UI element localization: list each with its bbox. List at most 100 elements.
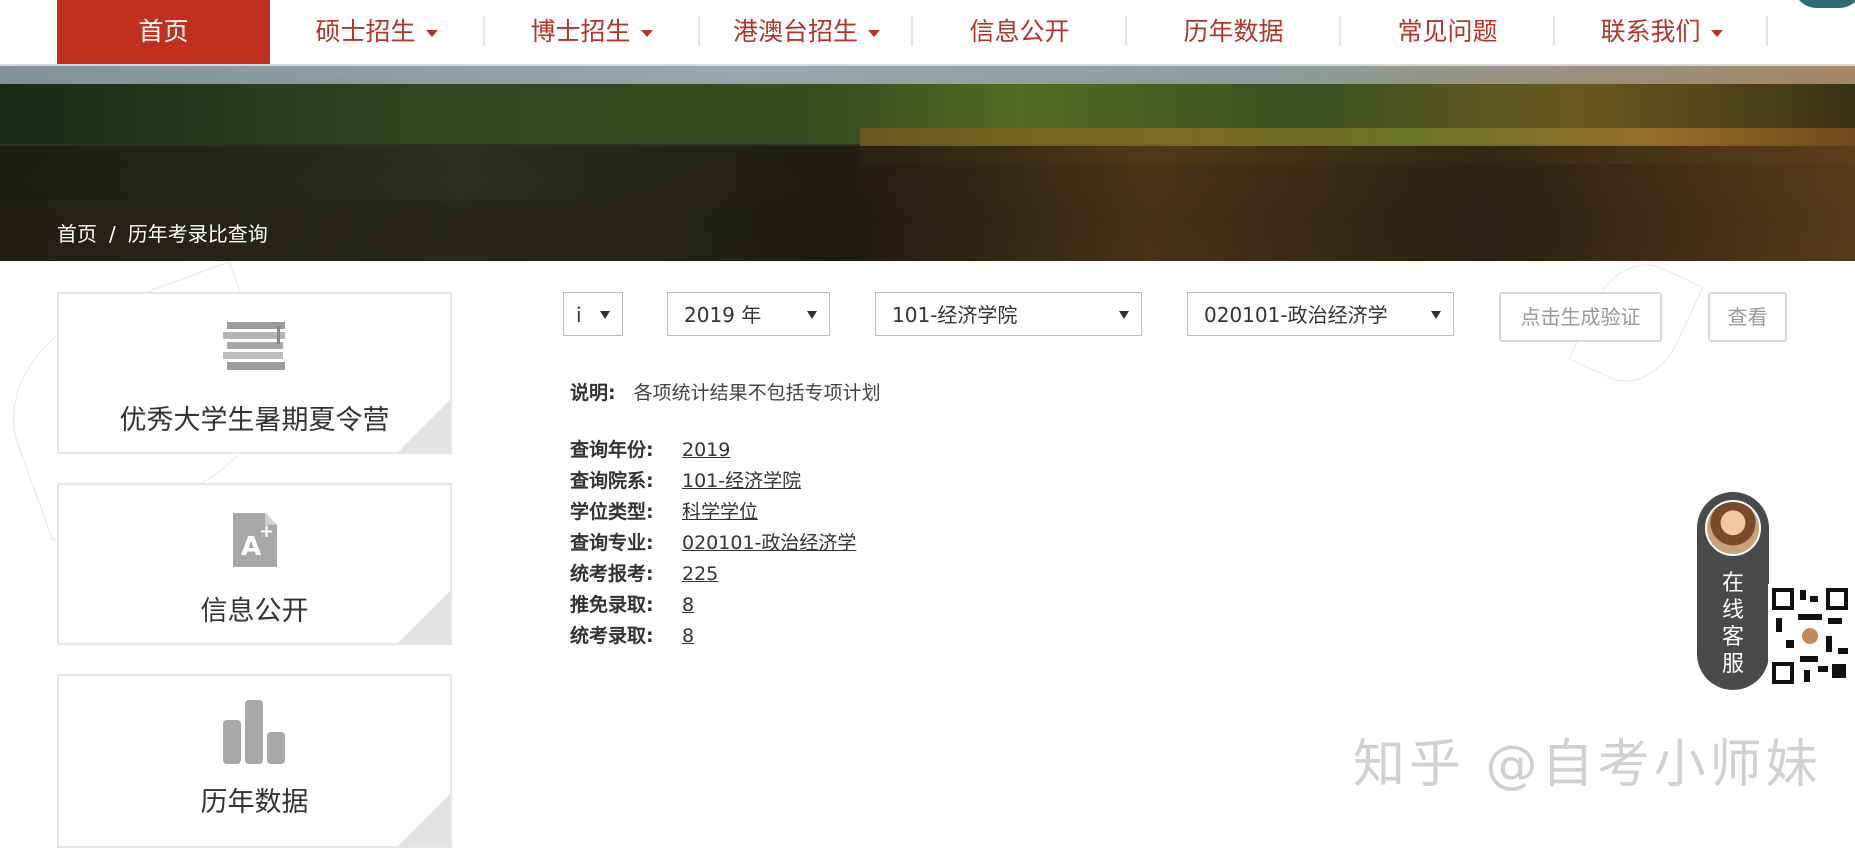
card-corner [398, 591, 450, 643]
qr-module [1800, 656, 1818, 662]
result-value: 8 [682, 594, 695, 616]
result-key: 学位类型: [570, 501, 654, 523]
result-value: 科学学位 [682, 501, 759, 523]
qr-logo [1802, 628, 1818, 644]
nav-item-hmt[interactable]: 港澳台招生 [700, 0, 913, 64]
breadcrumb-separator: / [109, 222, 116, 246]
nav-item-label: 联系我们 [1600, 17, 1701, 46]
select-value: 101-经济学院 [892, 303, 1018, 327]
result-row-department: 查询院系: 101-经济学院 [570, 468, 807, 494]
result-value: 225 [682, 563, 719, 585]
sidebar-card-info[interactable]: A + 信息公开 [57, 483, 452, 645]
caret-down-icon [868, 29, 880, 37]
result-row-year: 查询年份: 2019 [570, 437, 736, 463]
bar-chart-icon [221, 696, 289, 764]
select-value: 020101-政治经济学 [1204, 303, 1388, 327]
breadcrumb-current: 历年考录比查询 [127, 222, 268, 246]
qr-module [1804, 670, 1810, 682]
online-service-button[interactable]: 在线客服 [1697, 492, 1769, 690]
service-label: 在线客服 [1721, 571, 1744, 677]
qr-module [1838, 648, 1848, 654]
qr-code [1768, 584, 1852, 688]
nav-item-info[interactable]: 信息公开 [913, 0, 1126, 64]
result-value: 8 [682, 625, 695, 647]
result-row-exam-admitted: 统考录取: 8 [570, 623, 700, 649]
nav-item-contact[interactable]: 联系我们 [1555, 0, 1768, 64]
dropdown-arrow-icon [1431, 311, 1441, 319]
card-corner [398, 400, 450, 452]
statistics-note: 说明: 各项统计结果不包括专项计划 [570, 378, 881, 405]
breadcrumb: 首页 / 历年考录比查询 [57, 218, 268, 247]
card-corner [398, 794, 450, 846]
nav-item-masters[interactable]: 硕士招生 [270, 0, 483, 64]
qr-module [1826, 636, 1832, 652]
qr-module [1810, 596, 1818, 602]
nav-item-label: 信息公开 [969, 17, 1070, 46]
nav-item-label: 历年数据 [1183, 17, 1284, 46]
nav-item-faq[interactable]: 常见问题 [1341, 0, 1554, 64]
qr-module [1776, 618, 1782, 632]
result-row-major: 查询专业: 020101-政治经济学 [570, 530, 862, 556]
qr-module [1786, 640, 1794, 648]
query-button[interactable]: 查看 [1708, 292, 1787, 342]
year-select[interactable]: 2019 年 [667, 292, 830, 336]
captcha-label: 点击生成验证 [1520, 305, 1641, 329]
qr-module [1798, 614, 1822, 620]
caret-down-icon [1710, 29, 1723, 37]
caret-down-icon [425, 29, 438, 37]
nav-item-label: 常见问题 [1397, 17, 1498, 46]
service-avatar [1705, 500, 1761, 556]
result-value: 020101-政治经济学 [682, 532, 857, 554]
qr-module [1832, 664, 1846, 678]
qr-module [1828, 618, 1842, 624]
hero-banner: 首页 / 历年考录比查询 [0, 66, 1855, 261]
qr-module [1800, 590, 1806, 600]
department-select[interactable]: 101-经济学院 [875, 292, 1142, 336]
select-value: i [576, 303, 582, 327]
document-aplus-icon: A + [231, 511, 279, 569]
breadcrumb-home[interactable]: 首页 [57, 222, 97, 246]
dropdown-arrow-icon [1119, 311, 1129, 319]
nav-divider [1766, 16, 1768, 46]
result-row-exempt-admitted: 推免录取: 8 [570, 592, 700, 618]
svg-text:+: + [259, 521, 274, 542]
result-key: 统考报考: [570, 563, 654, 585]
top-navigation: 首页 硕士招生 博士招生 港澳台招生 信息公开 历年数据 常见问题 联系我们 [0, 0, 1855, 66]
result-key: 查询专业: [570, 532, 654, 554]
card-label: 历年数据 [200, 787, 309, 818]
captcha-button[interactable]: 点击生成验证 [1499, 292, 1662, 342]
sidebar-card-history[interactable]: 历年数据 [57, 674, 452, 848]
result-key: 推免录取: [570, 594, 654, 616]
result-key: 查询院系: [570, 470, 654, 492]
dropdown-arrow-icon [600, 311, 610, 319]
nav-item-label: 首页 [138, 17, 189, 46]
nav-item-doctoral[interactable]: 博士招生 [485, 0, 698, 64]
watermark-text: 知乎 @自考小师妹 [1353, 735, 1822, 795]
nav-item-history[interactable]: 历年数据 [1127, 0, 1340, 64]
result-key: 统考录取: [570, 625, 654, 647]
major-select[interactable]: 020101-政治经济学 [1187, 292, 1454, 336]
query-label: 查看 [1727, 305, 1768, 329]
card-label: 信息公开 [200, 596, 309, 627]
books-icon [221, 320, 291, 374]
caret-down-icon [640, 29, 653, 37]
qr-finder [1826, 588, 1848, 610]
corner-badge [1793, 0, 1855, 8]
note-label: 说明: [570, 382, 616, 404]
result-value: 101-经济学院 [682, 470, 802, 492]
nav-item-label: 硕士招生 [315, 17, 416, 46]
sidebar-card-summer-camp[interactable]: 优秀大学生暑期夏令营 [57, 292, 452, 454]
select-value: 2019 年 [684, 303, 762, 327]
degree-type-select[interactable]: i [563, 292, 623, 336]
nav-item-home[interactable]: 首页 [57, 0, 270, 64]
nav-item-label: 博士招生 [530, 17, 631, 46]
qr-module [1818, 666, 1828, 672]
nav-item-label: 港澳台招生 [732, 17, 858, 46]
qr-finder [1772, 588, 1794, 610]
result-row-applicants: 统考报考: 225 [570, 561, 724, 587]
result-row-degree-type: 学位类型: 科学学位 [570, 499, 764, 525]
card-label: 优秀大学生暑期夏令营 [119, 405, 390, 436]
result-value: 2019 [682, 439, 731, 461]
result-key: 查询年份: [570, 439, 654, 461]
dropdown-arrow-icon [807, 311, 817, 319]
